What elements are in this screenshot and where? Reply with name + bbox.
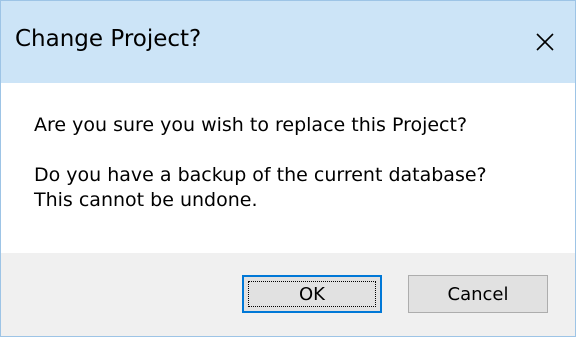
message-replace-question: Are you sure you wish to replace this Pr… (34, 114, 468, 136)
cancel-button-label: Cancel (447, 283, 509, 305)
message-undo-warning: This cannot be undone. (34, 189, 258, 211)
message-backup-question: Do you have a backup of the current data… (34, 164, 487, 186)
ok-button-label: OK (299, 283, 325, 305)
cancel-button[interactable]: Cancel (408, 275, 548, 313)
button-bar: OK Cancel (1, 253, 575, 336)
dialog-title: Change Project? (15, 26, 202, 52)
change-project-dialog: Change Project? Are you sure you wish to… (0, 0, 576, 337)
message-area: Are you sure you wish to replace this Pr… (1, 83, 575, 253)
ok-button[interactable]: OK (242, 275, 382, 313)
title-bar: Change Project? (1, 1, 575, 83)
close-button[interactable] (515, 1, 575, 83)
close-x-icon (535, 32, 555, 52)
